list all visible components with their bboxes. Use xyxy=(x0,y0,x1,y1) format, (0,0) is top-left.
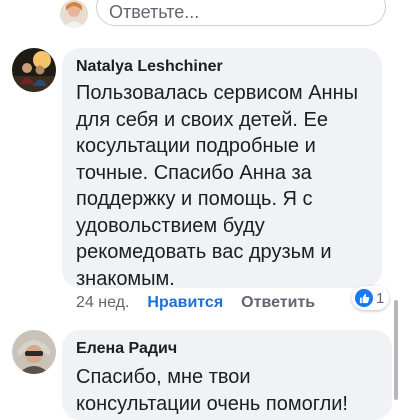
reply-input-box[interactable] xyxy=(96,0,386,26)
avatar-elena[interactable] xyxy=(12,330,56,374)
reaction-count: 1 xyxy=(376,289,385,307)
reply-row xyxy=(0,0,400,40)
comment-actions: 24 нед. Нравится Ответить xyxy=(76,294,315,312)
comment-bubble-2: Елена Радич Спасибо, мне твои консультац… xyxy=(62,330,392,420)
reaction-summary[interactable]: 1 xyxy=(352,286,390,310)
like-button[interactable]: Нравится xyxy=(147,294,223,311)
reply-button[interactable]: Ответить xyxy=(241,294,315,311)
scrollbar[interactable] xyxy=(394,300,398,400)
comment-author[interactable]: Елена Радич xyxy=(76,340,177,358)
current-user-avatar xyxy=(60,0,88,28)
comment-author[interactable]: Natalya Leshchiner xyxy=(76,58,223,76)
comment-text: Спасибо, мне твои консультации очень пом… xyxy=(76,366,348,415)
like-reaction-icon xyxy=(355,289,373,307)
comment-age[interactable]: 24 нед. xyxy=(76,294,129,311)
reply-input[interactable] xyxy=(109,0,369,25)
comment-text: Пользовалась сервисом Анны для себя и св… xyxy=(76,82,359,290)
comment-bubble-1: Natalya Leshchiner Пользовалась сервисом… xyxy=(62,48,382,290)
avatar-natalya[interactable] xyxy=(12,48,56,92)
